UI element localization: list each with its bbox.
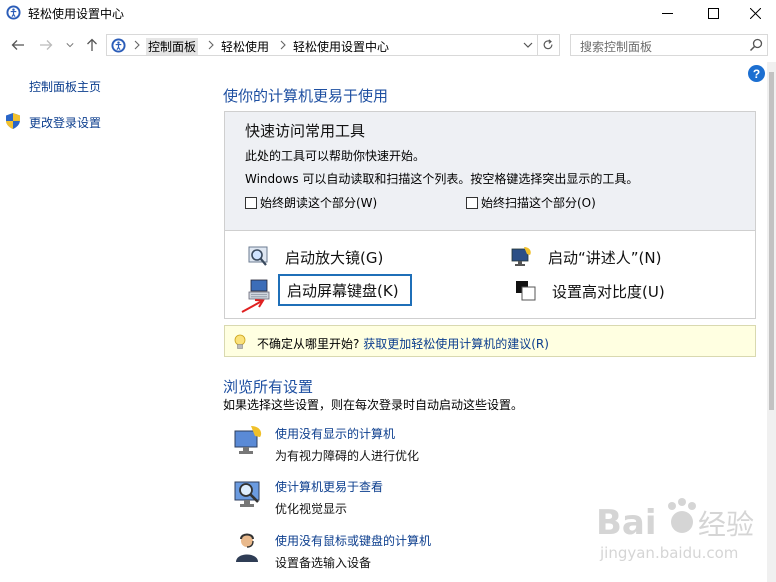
always-read-checkbox[interactable]: 始终朗读这个部分(W) xyxy=(245,194,377,211)
close-icon xyxy=(749,7,761,19)
chevron-right-icon[interactable] xyxy=(207,39,215,51)
chevron-down-icon xyxy=(66,43,74,48)
breadcrumb-control-panel[interactable]: 控制面板 xyxy=(146,38,199,55)
recent-locations-button[interactable] xyxy=(64,37,76,53)
search-input[interactable]: 搜索控制面板 xyxy=(570,34,768,56)
narrator-icon xyxy=(511,247,531,266)
start-magnifier-link[interactable]: 启动放大镜(G) xyxy=(247,245,383,269)
uac-shield-icon xyxy=(6,113,20,129)
minimize-button[interactable] xyxy=(644,0,690,26)
setting-desc-no-mouse-keyboard: 设置备选输入设备 xyxy=(275,556,372,570)
browse-all-settings-title: 浏览所有设置 xyxy=(223,378,314,396)
change-login-settings-link[interactable]: 更改登录设置 xyxy=(29,114,101,131)
help-icon[interactable]: ? xyxy=(748,65,765,82)
setting-item-easier-to-see: 使计算机更易于查看 优化视觉显示 xyxy=(233,478,533,522)
always-read-label: 始终朗读这个部分(W) xyxy=(260,196,378,210)
person-headset-icon xyxy=(236,533,258,562)
close-button[interactable] xyxy=(732,0,776,26)
quick-access-title: 快速访问常用工具 xyxy=(245,122,366,140)
maximize-icon xyxy=(707,7,719,19)
paw-icon xyxy=(668,498,696,533)
start-magnifier-label: 启动放大镜(G) xyxy=(285,248,384,267)
set-high-contrast-label: 设置高对比度(U) xyxy=(552,282,665,301)
refresh-button[interactable] xyxy=(537,35,557,55)
baidu-jingyan-watermark: Bai 经验 jingyan.baidu.com xyxy=(596,498,754,562)
quick-access-header: 快速访问常用工具 此处的工具可以帮助你快速开始。 Windows 可以自动读取和… xyxy=(225,112,755,231)
tip-text: 不确定从哪里开始? 获取更加轻松使用计算机的建议(R) xyxy=(257,335,549,352)
setting-link-no-display[interactable]: 使用没有显示的计算机 xyxy=(275,425,395,442)
start-narrator-label: 启动“讲述人”(N) xyxy=(548,248,662,267)
minimize-icon xyxy=(661,12,673,14)
watermark-url: jingyan.baidu.com xyxy=(599,544,738,562)
back-arrow-icon xyxy=(11,40,24,50)
setting-desc-no-display: 为有视力障碍的人进行优化 xyxy=(275,449,420,463)
always-scan-checkbox[interactable]: 始终扫描这个部分(O) xyxy=(466,194,596,211)
watermark-brand-tail: 经验 xyxy=(698,508,754,541)
control-panel-home-link[interactable]: 控制面板主页 xyxy=(29,78,101,95)
always-scan-label: 始终扫描这个部分(O) xyxy=(481,196,596,210)
chevron-right-icon xyxy=(134,40,140,50)
search-icon[interactable] xyxy=(749,38,763,52)
setting-desc-easier-to-see: 优化视觉显示 xyxy=(275,502,348,516)
red-arrow-icon xyxy=(241,299,265,313)
forward-button[interactable] xyxy=(38,37,54,53)
breadcrumb-ease-of-access[interactable]: 轻松使用 xyxy=(221,38,269,55)
up-button[interactable] xyxy=(84,37,100,53)
browse-all-settings-description: 如果选择这些设置，则在每次登录时自动启动这些设置。 xyxy=(223,398,524,412)
checkbox-box[interactable] xyxy=(466,196,478,209)
setting-item-no-display: 使用没有显示的计算机 为有视力障碍的人进行优化 xyxy=(233,425,533,469)
start-narrator-link[interactable]: 启动“讲述人”(N) xyxy=(510,245,661,269)
checkbox-box[interactable] xyxy=(245,196,257,209)
quick-access-description: 此处的工具可以帮助你快速开始。 xyxy=(245,149,426,163)
monitor-speech-icon xyxy=(234,426,262,454)
forward-arrow-icon xyxy=(40,40,53,50)
title-bar: 轻松使用设置中心 xyxy=(0,0,776,26)
setting-item-no-mouse-keyboard: 使用没有鼠标或键盘的计算机 设置备选输入设备 xyxy=(233,532,533,576)
refresh-icon xyxy=(543,39,552,50)
focus-highlight xyxy=(278,274,412,306)
up-arrow-icon xyxy=(87,38,97,51)
set-high-contrast-link[interactable]: 设置高对比度(U) xyxy=(514,279,665,303)
scrollbar-thumb[interactable] xyxy=(769,72,774,410)
window-title: 轻松使用设置中心 xyxy=(28,7,125,21)
address-dropdown-icon[interactable] xyxy=(523,40,533,50)
address-bar[interactable]: 控制面板 轻松使用 轻松使用设置中心 xyxy=(106,34,560,56)
setting-link-no-mouse-keyboard[interactable]: 使用没有鼠标或键盘的计算机 xyxy=(275,532,431,549)
quick-access-scan-info: Windows 可以自动读取和扫描这个列表。按空格键选择突出显示的工具。 xyxy=(245,172,639,186)
tip-prefix: 不确定从哪里开始? xyxy=(257,337,360,351)
page-title: 使你的计算机更易于使用 xyxy=(223,87,389,105)
breadcrumb-ease-of-access-center[interactable]: 轻松使用设置中心 xyxy=(293,38,389,55)
watermark-brand: Bai xyxy=(596,503,657,543)
ease-of-access-icon xyxy=(6,5,21,20)
maximize-button[interactable] xyxy=(690,0,736,26)
back-button[interactable] xyxy=(10,37,26,53)
tip-banner: 不确定从哪里开始? 获取更加轻松使用计算机的建议(R) xyxy=(224,325,756,357)
search-placeholder: 搜索控制面板 xyxy=(580,40,653,54)
chevron-right-icon[interactable] xyxy=(279,39,287,51)
tip-link[interactable]: 获取更加轻松使用计算机的建议(R) xyxy=(363,337,549,351)
monitor-magnifier-icon xyxy=(234,481,260,507)
magnifier-icon xyxy=(248,246,268,266)
setting-link-easier-to-see[interactable]: 使计算机更易于查看 xyxy=(275,478,383,495)
contrast-icon xyxy=(516,281,536,301)
control-panel-icon xyxy=(111,38,126,53)
lightbulb-icon xyxy=(234,334,246,349)
